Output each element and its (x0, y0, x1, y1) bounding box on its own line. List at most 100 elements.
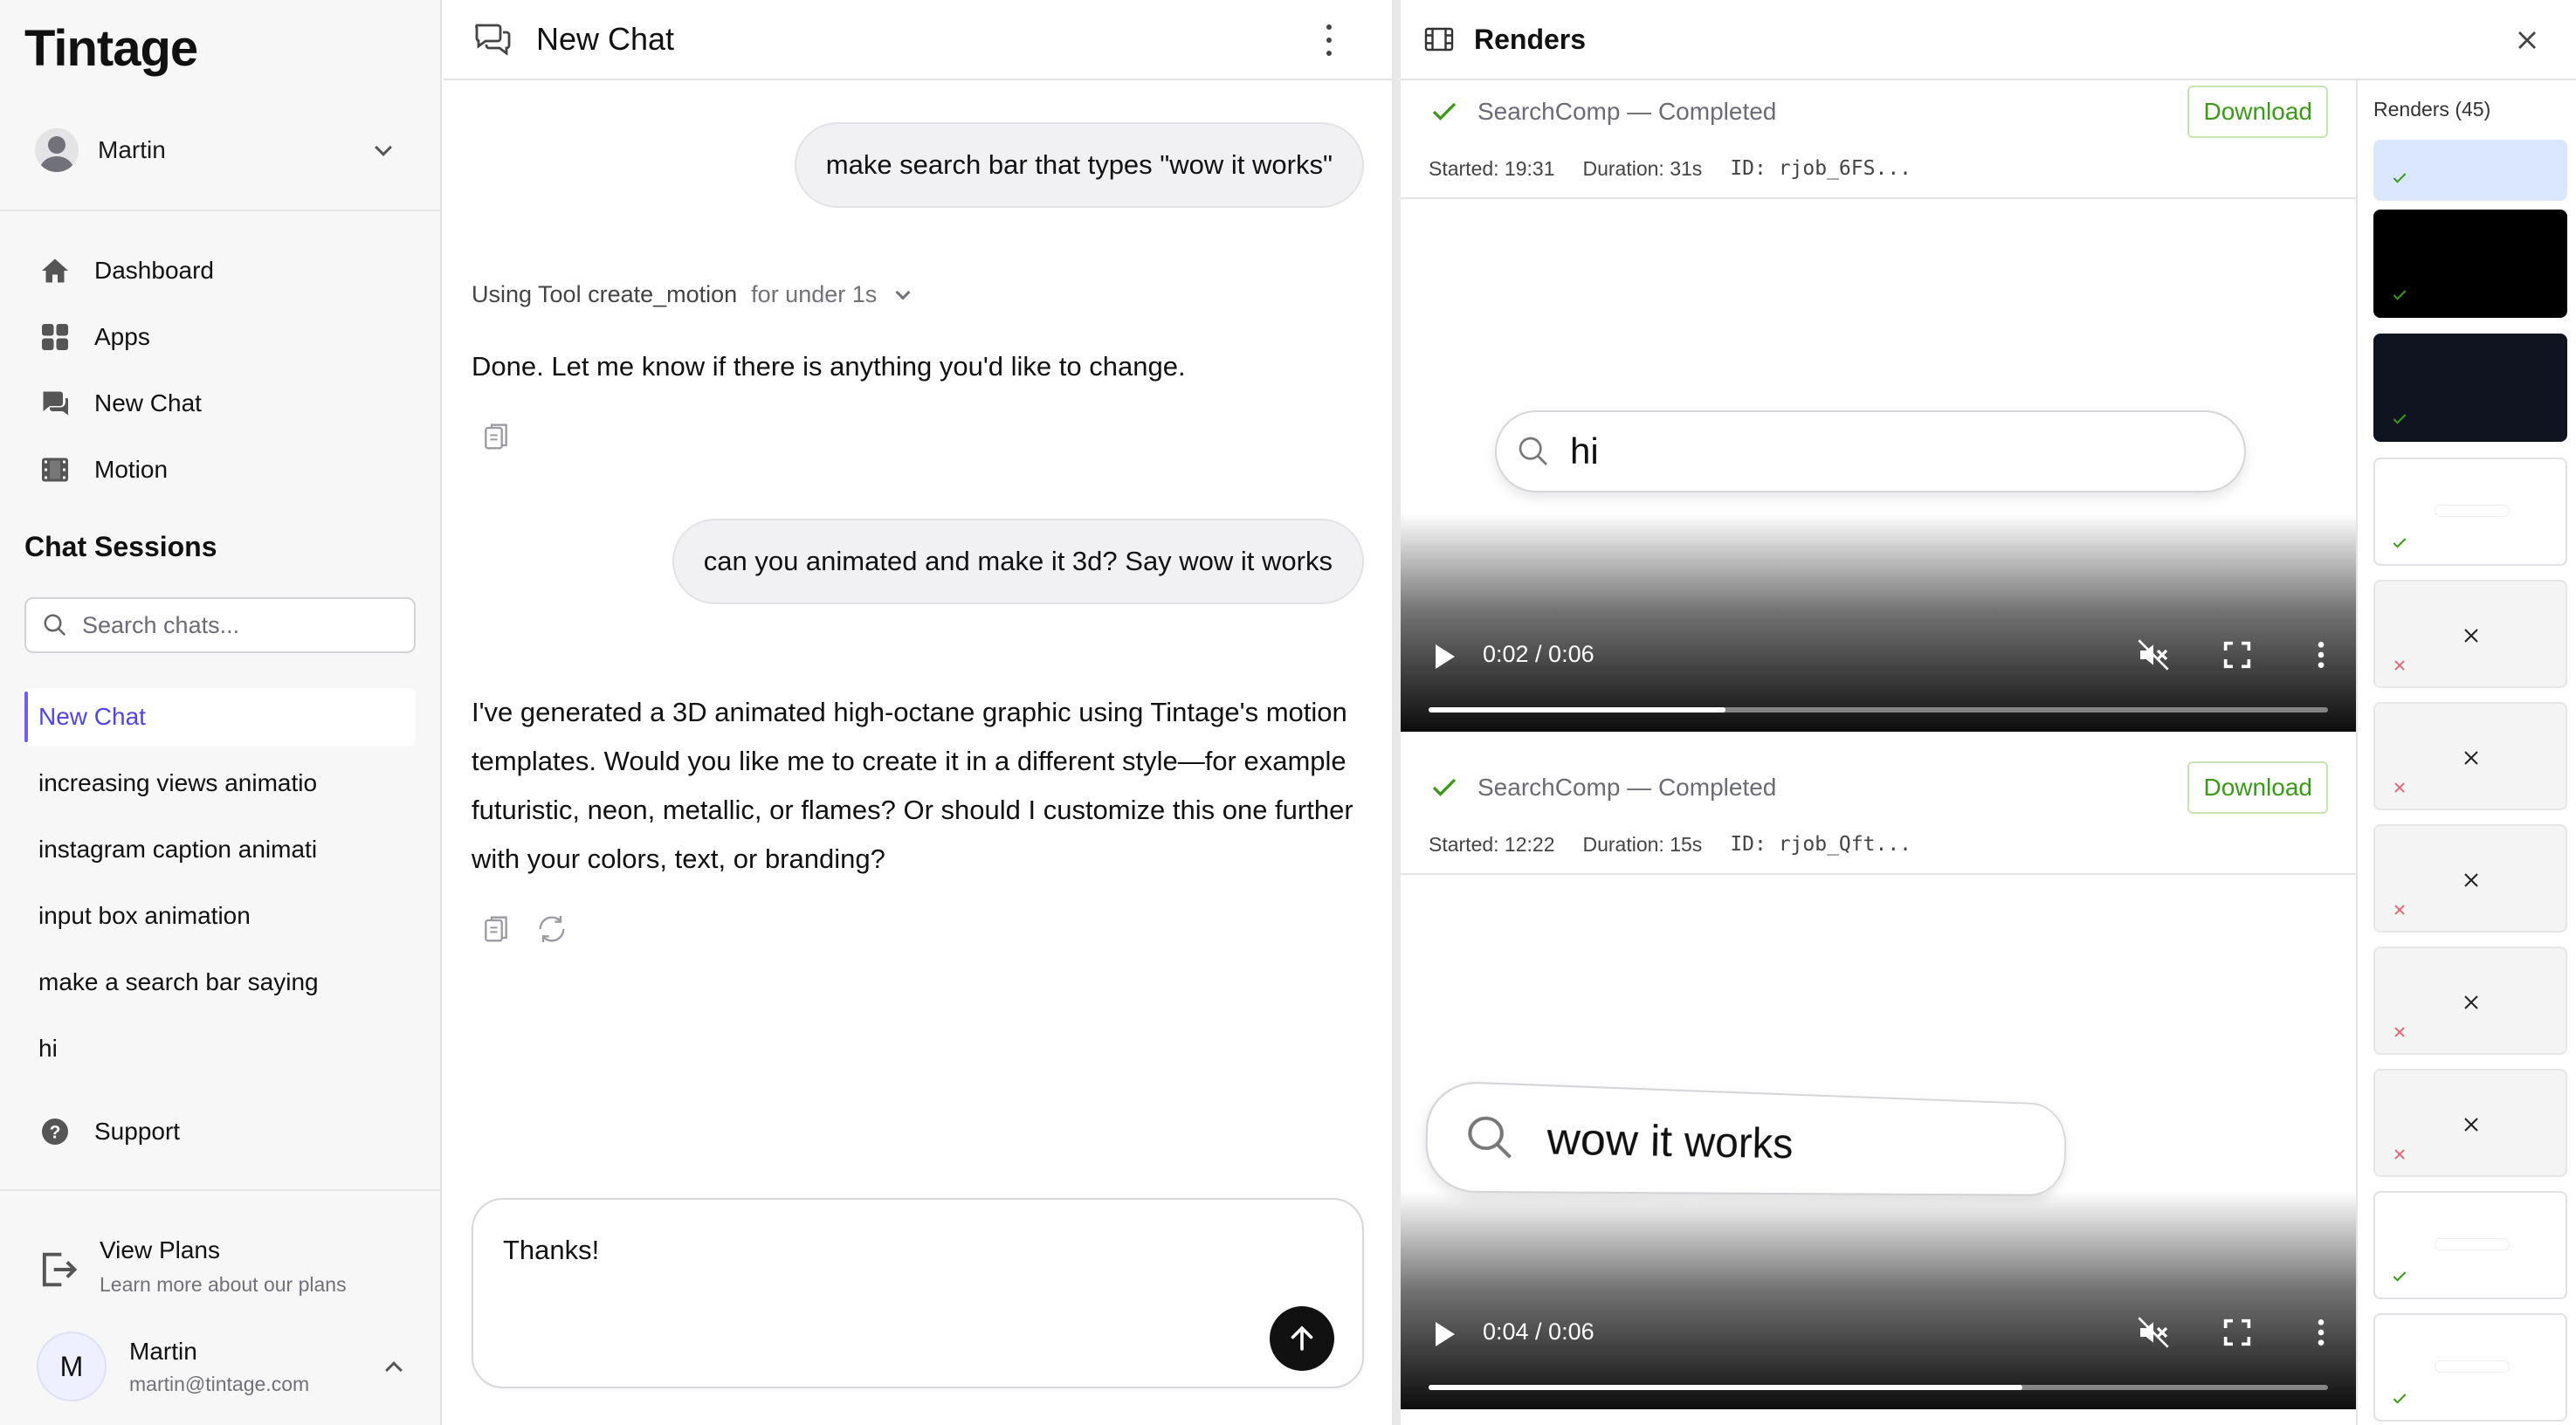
nav-support-label: Support (94, 1118, 181, 1145)
account-menu[interactable]: M Martin martin@tintage.com (37, 1329, 412, 1404)
render-thumbnail-failed[interactable] (2373, 1069, 2567, 1177)
close-icon (2464, 1118, 2478, 1132)
error-x-icon (2394, 1149, 2405, 1160)
video-progress-bar[interactable] (1429, 1385, 2328, 1390)
chat-bubbles-icon (475, 24, 511, 56)
renders-title: Renders (1474, 23, 1587, 55)
nav-support[interactable]: ? Support (24, 1105, 409, 1158)
nav-new-chat-label: New Chat (94, 389, 202, 416)
video-progress-bar[interactable] (1429, 707, 2328, 712)
video-time: 0:04 / 0:06 (1483, 1318, 1595, 1345)
nav-apps[interactable]: Apps (24, 311, 409, 363)
thumbnail-preview (2435, 505, 2510, 517)
render-started: Started: 12:22 (1429, 833, 1555, 856)
render-thumbnail[interactable] (2373, 1191, 2567, 1299)
session-item[interactable]: instagram caption animati (24, 821, 416, 878)
fullscreen-icon[interactable] (2220, 1315, 2255, 1350)
search-chats-input[interactable] (82, 611, 396, 639)
brand-logo: Tintage (24, 20, 198, 77)
copy-icon[interactable] (479, 419, 513, 454)
render-thumbnail[interactable] (2373, 1313, 2567, 1422)
video-time: 0:02 / 0:06 (1483, 641, 1595, 667)
render-job: SearchComp — Completed Download Started:… (1401, 756, 2356, 1425)
render-thumbnail-selected[interactable] (2373, 140, 2567, 201)
render-thumbnail-failed[interactable] (2373, 947, 2567, 1055)
search-icon (1519, 437, 1547, 465)
render-thumbnail-failed[interactable] (2373, 824, 2567, 933)
tool-call-duration: for under 1s (751, 281, 878, 307)
user-selector[interactable]: Martin (24, 122, 409, 178)
close-icon[interactable] (2511, 24, 2543, 56)
divider (0, 1189, 442, 1191)
render-thumbnail-failed[interactable] (2373, 702, 2567, 810)
panel-resize-handle[interactable] (1392, 0, 1401, 1425)
close-icon (2464, 995, 2478, 1009)
divider (0, 210, 442, 211)
regenerate-icon[interactable] (534, 912, 569, 947)
video-player[interactable]: hi 0:02 / 0:06 (1401, 199, 2356, 732)
download-button[interactable]: Download (2187, 86, 2328, 138)
check-icon (2393, 1271, 2407, 1282)
chat-sessions-title: Chat Sessions (24, 531, 217, 562)
video-progress-fill (1429, 707, 1725, 712)
error-x-icon (2394, 660, 2405, 671)
renders-thumbnail-list: Renders (45) (2356, 80, 2576, 1425)
view-plans-title: View Plans (100, 1236, 221, 1263)
more-options-icon[interactable] (2304, 1315, 2338, 1350)
fullscreen-icon[interactable] (2220, 637, 2255, 672)
search-icon (44, 614, 66, 637)
render-thumbnail[interactable] (2373, 458, 2567, 566)
session-item[interactable]: input box animation (24, 887, 416, 945)
download-button[interactable]: Download (2187, 761, 2328, 814)
composer-input[interactable]: Thanks! (503, 1235, 599, 1266)
check-icon (2393, 290, 2407, 300)
render-id: ID: rjob_Qft... (1730, 833, 1912, 856)
mute-icon[interactable] (2136, 637, 2171, 672)
renders-header: Renders (1401, 0, 2576, 80)
session-item[interactable]: make a search bar saying (24, 953, 416, 1011)
message-composer[interactable]: Thanks! (472, 1198, 1364, 1388)
home-icon (38, 254, 72, 287)
send-button[interactable] (1270, 1306, 1334, 1371)
chat-header: New Chat (444, 0, 1392, 80)
render-thumbnail-failed[interactable] (2373, 580, 2567, 688)
sidebar: Tintage Martin Dashboard Apps New Chat M… (0, 0, 442, 1425)
render-meta: Started: 19:31 Duration: 31s ID: rjob_6F… (1429, 157, 1939, 181)
search-chats-box[interactable] (24, 597, 416, 653)
tool-call-toggle[interactable]: Using Tool create_motion for under 1s (472, 281, 911, 308)
session-item[interactable]: hi (24, 1020, 416, 1077)
nav-dashboard[interactable]: Dashboard (24, 244, 409, 297)
film-icon (1424, 27, 1454, 52)
user-selector-name: Martin (98, 136, 166, 163)
help-icon: ? (38, 1115, 72, 1148)
render-thumbnail[interactable] (2373, 210, 2567, 318)
play-icon[interactable] (1436, 1322, 1455, 1346)
chat-more-icon[interactable] (1326, 24, 1333, 56)
view-plans-link[interactable]: View Plans Learn more about our plans (35, 1231, 402, 1310)
render-thumbnail[interactable] (2373, 334, 2567, 442)
view-plans-subtitle: Learn more about our plans (100, 1273, 347, 1296)
mute-icon[interactable] (2136, 1315, 2171, 1350)
video-player[interactable]: wow it works 0:04 / 0:06 (1401, 875, 2356, 1409)
account-name: Martin (129, 1337, 197, 1365)
session-item[interactable]: increasing views animatio (24, 754, 416, 812)
close-icon (2464, 629, 2478, 643)
tool-call-name: Using Tool create_motion (472, 281, 738, 307)
render-status: SearchComp — Completed (1429, 96, 1776, 127)
assistant-message: I've generated a 3D animated high-octane… (472, 697, 1353, 874)
nav-motion[interactable]: Motion (24, 444, 409, 496)
render-job-header: SearchComp — Completed Download Started:… (1401, 80, 2356, 199)
preview-text: wow it works (1546, 1113, 1794, 1167)
more-options-icon[interactable] (2304, 637, 2338, 672)
logout-icon (42, 1252, 78, 1287)
user-message: make search bar that types "wow it works… (794, 122, 1364, 208)
nav-new-chat[interactable]: New Chat (24, 377, 409, 430)
grid-icon (38, 320, 72, 354)
session-item-active[interactable]: New Chat (24, 688, 416, 746)
render-meta: Started: 12:22 Duration: 15s ID: rjob_Qf… (1429, 833, 1939, 857)
user-message: can you animated and make it 3d? Say wow… (672, 519, 1364, 604)
copy-icon[interactable] (479, 912, 513, 947)
film-icon (38, 453, 72, 486)
search-icon (1463, 1112, 1519, 1164)
play-icon[interactable] (1436, 644, 1455, 669)
